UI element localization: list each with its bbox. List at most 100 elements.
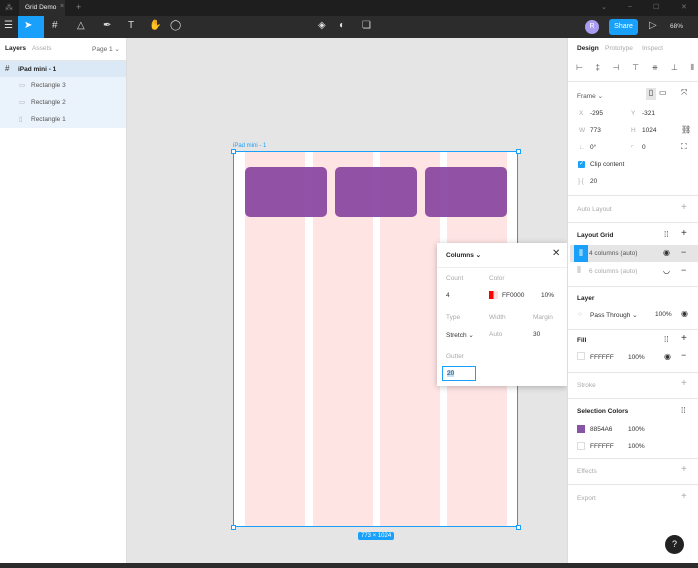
layer-opacity-input[interactable]: 100% — [655, 311, 672, 318]
figma-logo-icon[interactable]: ⁂ — [5, 3, 13, 12]
new-tab-button[interactable]: + — [76, 2, 81, 12]
fill-swatch[interactable] — [577, 352, 585, 360]
eye-icon[interactable]: ◉ — [663, 248, 670, 257]
color-swatch[interactable] — [489, 291, 498, 299]
grid-columns-icon[interactable]: ⦀ — [574, 245, 588, 262]
add-export-icon[interactable]: + — [681, 491, 687, 502]
selection-color-hex[interactable]: FFFFFF — [590, 443, 614, 450]
y-input[interactable]: -321 — [642, 110, 655, 117]
remove-grid-icon[interactable]: − — [681, 265, 686, 275]
frame-label[interactable]: iPad mini - 1 — [233, 143, 266, 149]
layer-rectangle-3[interactable]: ▭ Rectangle 3 — [0, 77, 126, 94]
rotation-input[interactable]: 0° — [590, 144, 596, 151]
selection-color-opacity[interactable]: 100% — [628, 426, 645, 433]
close-tab-icon[interactable]: × — [60, 3, 64, 10]
pen-tool-icon[interactable]: ✒ — [103, 20, 111, 31]
x-input[interactable]: -295 — [590, 110, 603, 117]
selection-color-opacity[interactable]: 100% — [628, 443, 645, 450]
resize-to-fit-icon[interactable]: ⤧ — [681, 88, 687, 98]
resize-handle[interactable] — [516, 525, 521, 530]
dropdown-icon[interactable]: ⌄ — [601, 3, 607, 11]
fill-opacity-input[interactable]: 100% — [628, 354, 645, 361]
width-input[interactable]: Auto — [489, 331, 502, 338]
align-left-icon[interactable]: ⊢ — [576, 63, 583, 73]
menu-icon[interactable]: ☰ — [4, 20, 13, 31]
eye-closed-icon[interactable]: ◡ — [663, 266, 670, 275]
eye-icon[interactable]: ◉ — [664, 352, 671, 361]
color-swatch-8854a6[interactable] — [577, 425, 585, 433]
remove-grid-icon[interactable]: − — [681, 247, 686, 257]
height-input[interactable]: 1024 — [642, 127, 656, 134]
width-input[interactable]: 773 — [590, 127, 601, 134]
margin-input[interactable]: 30 — [533, 331, 540, 338]
align-bottom-icon[interactable]: ⊥ — [671, 63, 678, 73]
gutter-input[interactable]: 20 — [442, 366, 476, 381]
add-effect-icon[interactable]: + — [681, 464, 687, 475]
close-window-icon[interactable]: ✕ — [681, 3, 687, 11]
present-button[interactable]: ▷ — [649, 20, 657, 31]
boolean-icon[interactable]: ❏ — [362, 20, 371, 31]
component-icon[interactable]: ◈ — [318, 20, 326, 31]
grid-item-4-columns[interactable]: ⦀ 4 columns (auto) ◉ − — [570, 245, 698, 262]
add-stroke-icon[interactable]: + — [681, 378, 687, 389]
avatar[interactable]: R — [585, 20, 599, 34]
count-input[interactable]: 4 — [446, 292, 450, 299]
frame-preset-dropdown[interactable]: Frame ⌄ — [577, 92, 603, 100]
add-fill-icon[interactable]: + — [681, 333, 687, 344]
help-button[interactable]: ? — [665, 535, 684, 554]
color-hex-input[interactable]: FF0000 — [502, 292, 524, 299]
selection-color-hex[interactable]: 8854A6 — [590, 426, 612, 433]
share-button[interactable]: Share — [609, 19, 638, 35]
tab-grid-demo[interactable]: Grid Demo × — [19, 0, 65, 16]
clip-content-checkbox[interactable]: ✓ — [578, 161, 585, 168]
eye-icon[interactable]: ◉ — [681, 309, 688, 318]
minimize-icon[interactable]: – — [628, 3, 632, 10]
styles-icon[interactable]: ⁞⁞ — [681, 406, 685, 415]
radius-input[interactable]: 0 — [642, 144, 646, 151]
comment-tool-icon[interactable]: ◯ — [170, 20, 181, 31]
distribute-icon[interactable]: ⦀ — [690, 63, 694, 73]
layer-rectangle-1[interactable]: ▯ Rectangle 1 — [0, 111, 126, 128]
blend-mode-dropdown[interactable]: Pass Through ⌄ — [590, 311, 638, 319]
maximize-icon[interactable]: ☐ — [653, 3, 659, 11]
independent-corners-icon[interactable]: ⛶ — [681, 142, 687, 152]
align-right-icon[interactable]: ⊣ — [613, 63, 620, 73]
spacing-input[interactable]: 20 — [590, 178, 597, 185]
fill-hex-input[interactable]: FFFFFF — [590, 354, 614, 361]
add-auto-layout-icon[interactable]: + — [681, 202, 687, 213]
shape-tool-icon[interactable]: △ — [77, 20, 85, 31]
text-tool-icon[interactable]: T — [128, 20, 134, 31]
mask-icon[interactable]: ◐ — [339, 20, 345, 31]
tab-design[interactable]: Design — [577, 45, 599, 52]
zoom-level[interactable]: 68% — [670, 23, 683, 30]
grid-item-6-columns[interactable]: ⦀ 6 columns (auto) ◡ − — [570, 263, 698, 280]
grid-type-dropdown[interactable]: Columns ⌄ — [446, 251, 481, 259]
layer-ipad-mini-1[interactable]: # iPad mini - 1 — [0, 60, 126, 77]
portrait-icon[interactable]: ▯ — [646, 88, 656, 100]
align-middle-icon[interactable]: ⧺ — [652, 63, 659, 73]
hand-tool-icon[interactable]: ✋ — [149, 20, 161, 31]
tab-prototype[interactable]: Prototype — [605, 45, 633, 52]
page-selector[interactable]: Page 1 ⌄ — [92, 45, 120, 53]
align-center-icon[interactable]: ‡ — [596, 63, 600, 73]
tab-layers[interactable]: Layers — [5, 45, 26, 52]
resize-handle[interactable] — [231, 525, 236, 530]
remove-fill-icon[interactable]: − — [681, 350, 686, 360]
layer-rectangle-2[interactable]: ▭ Rectangle 2 — [0, 94, 126, 111]
tab-assets[interactable]: Assets — [32, 45, 52, 52]
close-icon[interactable]: ✕ — [552, 248, 560, 259]
tab-inspect[interactable]: Inspect — [642, 45, 663, 52]
align-top-icon[interactable]: ⊤ — [632, 63, 639, 73]
constrain-proportions-icon[interactable]: ⛓ — [681, 125, 691, 134]
color-swatch-ffffff[interactable] — [577, 442, 585, 450]
landscape-icon[interactable]: ▭ — [659, 88, 667, 97]
move-tool[interactable]: ➤ — [18, 16, 44, 38]
color-opacity-input[interactable]: 10% — [541, 292, 554, 299]
type-dropdown[interactable]: Stretch ⌄ — [446, 331, 474, 339]
grid-columns-icon[interactable]: ⦀ — [577, 265, 581, 276]
add-grid-icon[interactable]: + — [681, 228, 687, 239]
frame-tool-icon[interactable]: # — [52, 20, 58, 31]
resize-handle[interactable] — [516, 149, 521, 154]
resize-handle[interactable] — [231, 149, 236, 154]
fill-styles-icon[interactable]: ⁞⁞ — [664, 335, 668, 344]
